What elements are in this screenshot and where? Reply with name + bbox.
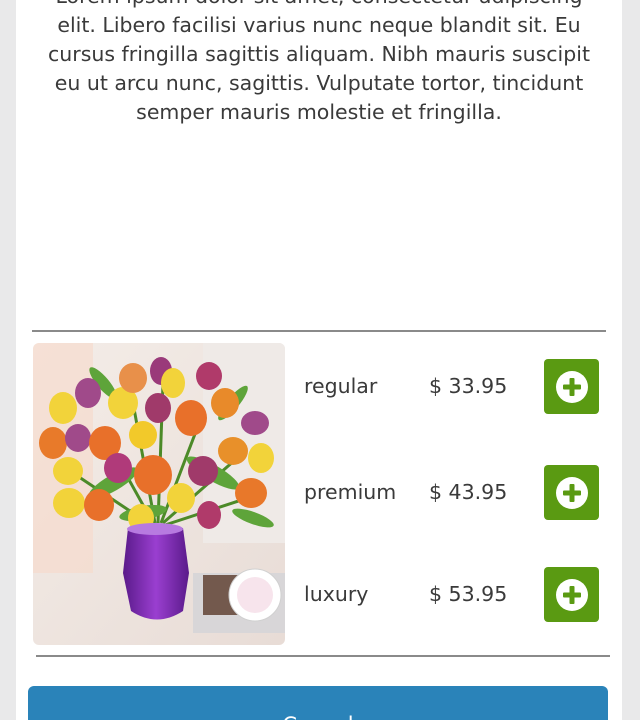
product-description: Lorem ipsum dolor sit amet, consectetur … — [48, 0, 590, 124]
add-premium-button[interactable] — [544, 465, 599, 520]
add-luxury-button[interactable] — [544, 567, 599, 622]
plus-circle-icon — [555, 370, 588, 403]
option-row-luxury: luxury $ 53.95 — [16, 565, 622, 625]
plus-circle-icon — [555, 476, 588, 509]
add-regular-button[interactable] — [544, 359, 599, 414]
option-price: $ 43.95 — [429, 480, 508, 504]
option-price: $ 33.95 — [429, 374, 508, 398]
product-options-dialog: Lorem ipsum dolor sit amet, consectetur … — [16, 0, 622, 720]
option-name: regular — [304, 374, 378, 398]
option-row-premium: premium $ 43.95 — [16, 463, 622, 523]
option-row-regular: regular $ 33.95 — [16, 357, 622, 417]
option-price: $ 53.95 — [429, 582, 508, 606]
bottom-divider — [36, 655, 610, 657]
cancel-button[interactable]: Cancel — [28, 686, 608, 720]
option-name: premium — [304, 480, 397, 504]
plus-circle-icon — [555, 578, 588, 611]
option-name: luxury — [304, 582, 369, 606]
top-divider — [32, 330, 606, 332]
